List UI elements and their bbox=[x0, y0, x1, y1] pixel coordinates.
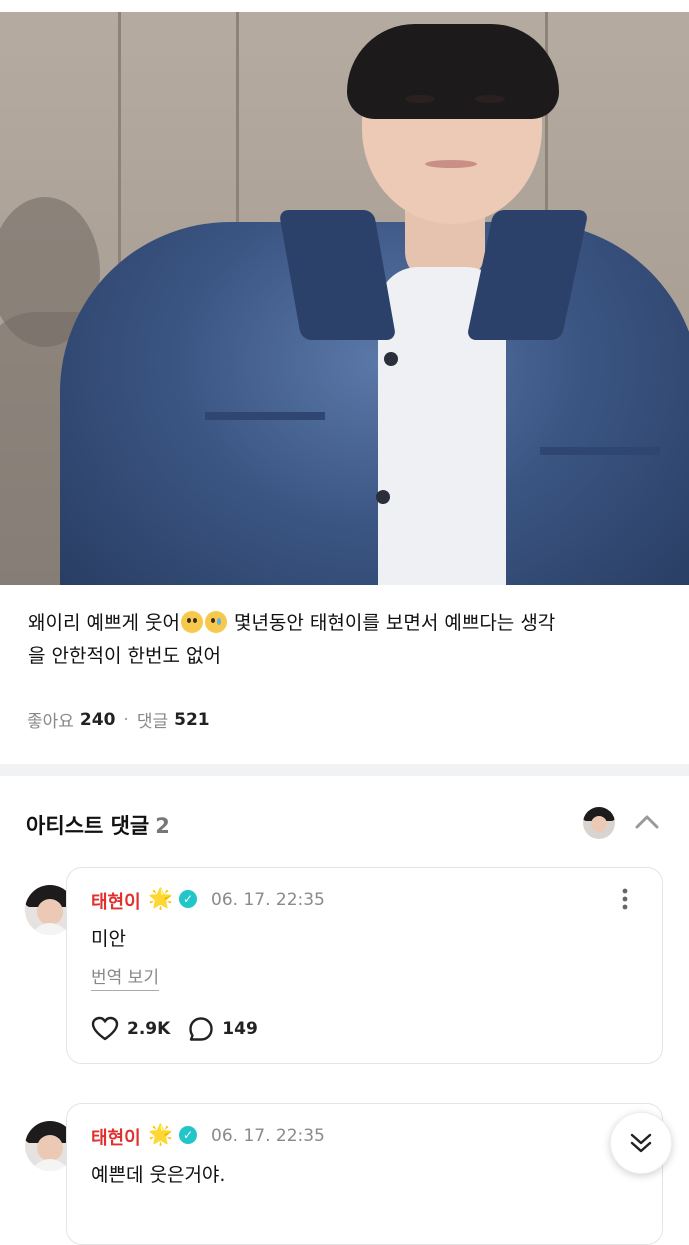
artist-comments-title: 아티스트 댓글 2 bbox=[26, 810, 170, 840]
caption-text: 몇년동안 태현이를 보면서 예쁘다는 생각 bbox=[227, 612, 556, 634]
verified-check-icon: ✓ bbox=[179, 890, 197, 908]
more-vertical-icon[interactable] bbox=[622, 888, 628, 910]
avatar-face bbox=[591, 816, 607, 832]
eye bbox=[475, 95, 505, 103]
artist-mini-avatar[interactable] bbox=[583, 807, 615, 839]
avatar-body bbox=[30, 923, 70, 935]
comment-text: 미안 bbox=[91, 928, 126, 950]
comments-label[interactable]: 댓글 bbox=[137, 707, 168, 732]
comments-count[interactable]: 521 bbox=[174, 710, 210, 730]
caption-text: 왜이리 예쁘게 웃어 bbox=[28, 612, 180, 634]
likes-label: 좋아요 bbox=[27, 712, 74, 732]
verified-check-icon: ✓ bbox=[179, 1126, 197, 1144]
avatar-face bbox=[37, 899, 63, 925]
avatar-body bbox=[30, 1159, 70, 1171]
mouth bbox=[425, 160, 477, 168]
eye bbox=[405, 95, 435, 103]
jacket-button bbox=[384, 352, 398, 366]
post-stats: 좋아요 240 · 댓글 521 bbox=[27, 707, 210, 733]
comment-text: 예쁜데 웃은거야. bbox=[91, 1164, 226, 1186]
post-caption: 왜이리 예쁘게 웃어 몇년동안 태현이를 보면서 예쁘다는 생각을 안한적이 한… bbox=[28, 607, 668, 673]
tear-face-emoji-icon bbox=[204, 611, 227, 633]
heart-icon[interactable] bbox=[91, 1016, 119, 1042]
scroll-down-button[interactable] bbox=[610, 1112, 672, 1174]
post-photo[interactable] bbox=[0, 12, 689, 585]
like-count: 2.9K bbox=[127, 1019, 171, 1039]
jacket-pocket bbox=[205, 412, 325, 420]
translate-link[interactable]: 번역 보기 bbox=[91, 963, 159, 991]
artist-comment-count: 2 bbox=[155, 814, 170, 838]
likes-count: 240 bbox=[79, 709, 116, 730]
author-name[interactable]: 태현이 bbox=[91, 1124, 141, 1150]
artist-comment-card: 태현이 🌟 ✓ 06. 17. 22:35 예쁜데 웃은거야. bbox=[66, 1103, 663, 1245]
star-badge-icon: 🌟 bbox=[148, 1122, 173, 1146]
jacket-pocket bbox=[540, 447, 660, 455]
jacket-button bbox=[376, 490, 390, 504]
author-name[interactable]: 태현이 bbox=[91, 888, 141, 914]
double-chevron-down-icon bbox=[630, 1133, 652, 1153]
comment-timestamp: 06. 17. 22:35 bbox=[211, 1126, 325, 1146]
reply-count: 149 bbox=[222, 1019, 258, 1039]
artist-comment-card: 태현이 🌟 ✓ 06. 17. 22:35 미안 번역 보기 2.9K 149 bbox=[66, 867, 663, 1064]
pleading-face-emoji-icon bbox=[180, 611, 203, 633]
caption-text: 을 안한적이 한번도 없어 bbox=[28, 645, 221, 667]
comment-actions: 2.9K 149 bbox=[91, 1016, 258, 1042]
chevron-up-icon[interactable] bbox=[634, 812, 660, 832]
star-badge-icon: 🌟 bbox=[148, 886, 173, 910]
avatar-face bbox=[37, 1135, 63, 1161]
section-divider bbox=[0, 764, 689, 776]
speech-bubble-icon[interactable] bbox=[188, 1016, 214, 1042]
section-title-text: 아티스트 댓글 bbox=[26, 814, 150, 838]
hair-fringe bbox=[358, 67, 548, 97]
stats-separator: · bbox=[123, 709, 129, 730]
comment-timestamp: 06. 17. 22:35 bbox=[211, 890, 325, 910]
